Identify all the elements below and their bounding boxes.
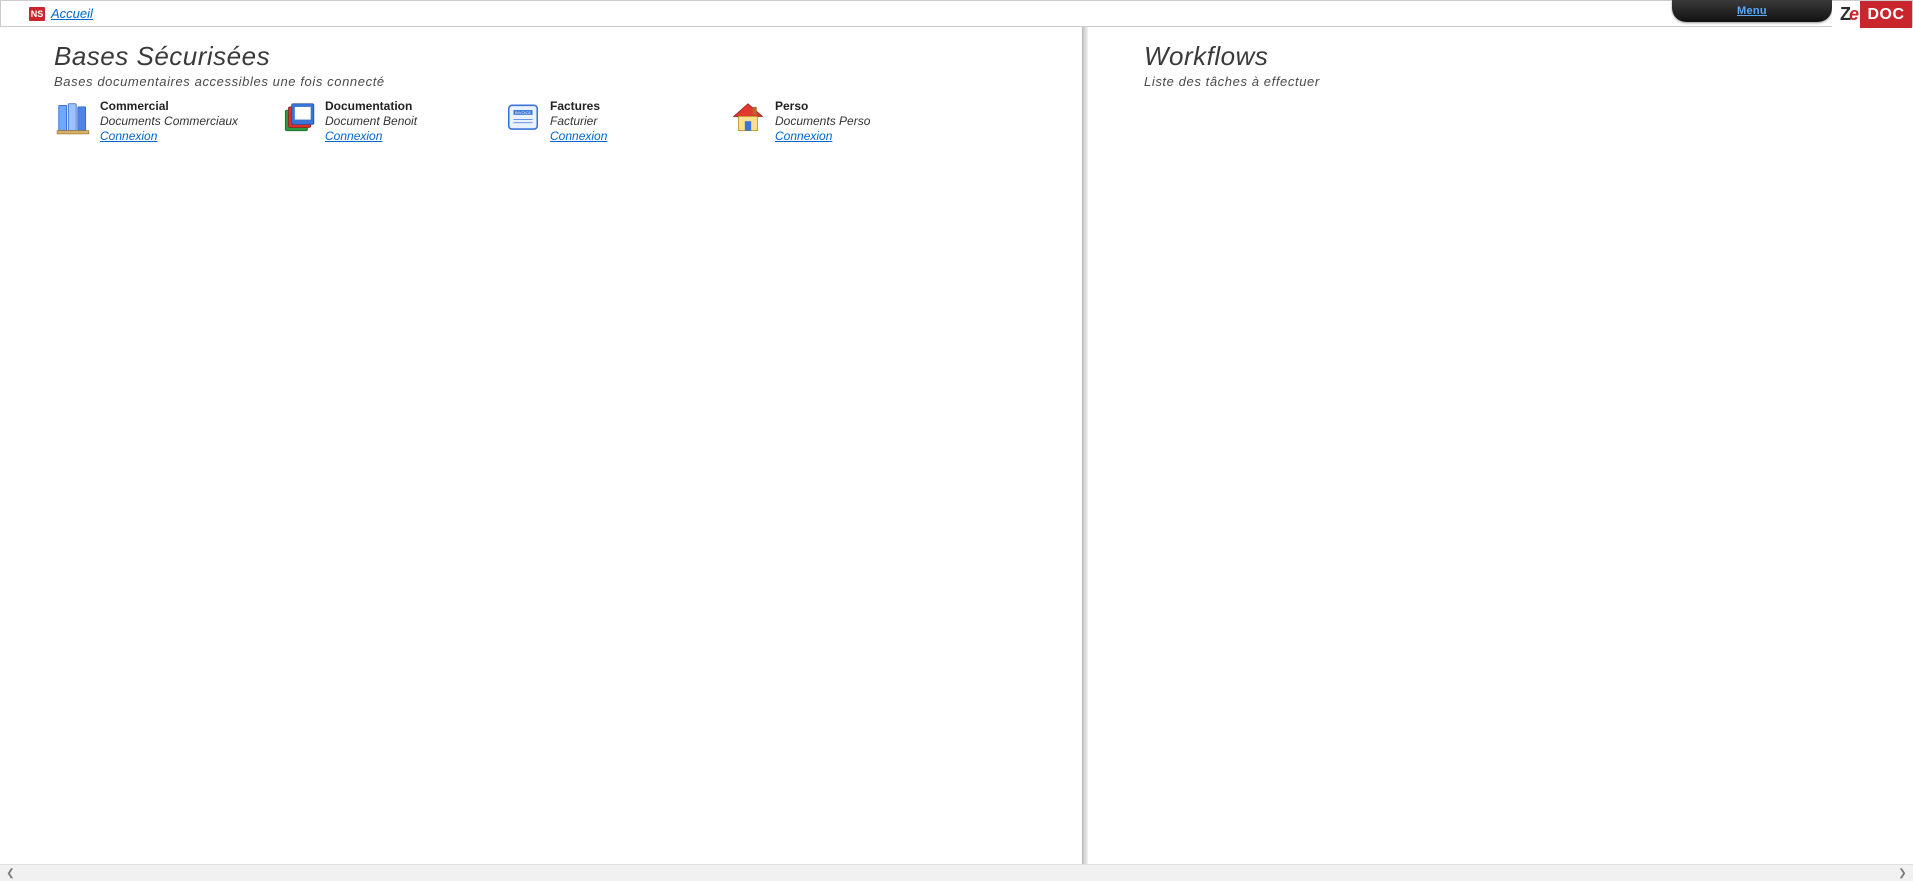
base-desc: Facturier [550, 114, 607, 129]
base-desc: Documents Commerciaux [100, 114, 238, 129]
base-item-perso[interactable]: Perso Documents Perso Connexion [729, 99, 934, 144]
menu-tab[interactable]: Menu [1672, 0, 1832, 22]
logo-e: e [1849, 4, 1859, 25]
invoice-icon: INVOICE [504, 99, 542, 137]
left-panel: Bases Sécurisées Bases documentaires acc… [0, 27, 1082, 864]
base-item-commercial[interactable]: Commercial Documents Commerciaux Connexi… [54, 99, 259, 144]
menu-link[interactable]: Menu [1737, 5, 1767, 17]
base-desc: Document Benoit [325, 114, 417, 129]
base-item-documentation[interactable]: Documentation Document Benoit Connexion [279, 99, 484, 144]
topbar: NS Accueil Menu Z e DOC [0, 0, 1913, 27]
base-connexion-link[interactable]: Connexion [100, 129, 238, 144]
horizontal-scrollbar[interactable]: ❮ ❯ [0, 864, 1913, 881]
logo-right: DOC [1860, 1, 1912, 28]
scroll-right-icon[interactable]: ❯ [1894, 866, 1911, 881]
bases-subtitle: Bases documentaires accessibles une fois… [54, 74, 1082, 89]
bases-row: Commercial Documents Commerciaux Connexi… [54, 99, 1082, 144]
base-title: Commercial [100, 99, 238, 114]
zedoc-logo: Z e DOC [1832, 1, 1912, 28]
logo-left: Z e [1832, 1, 1860, 28]
accueil-link[interactable]: Accueil [51, 6, 93, 21]
base-title: Factures [550, 99, 607, 114]
base-title: Documentation [325, 99, 417, 114]
base-connexion-link[interactable]: Connexion [775, 129, 870, 144]
base-connexion-link[interactable]: Connexion [325, 129, 417, 144]
right-panel: Workflows Liste des tâches à effectuer [1088, 27, 1913, 864]
scroll-track[interactable] [19, 866, 1894, 881]
base-title: Perso [775, 99, 870, 114]
workflows-subtitle: Liste des tâches à effectuer [1144, 74, 1913, 89]
bases-title: Bases Sécurisées [54, 41, 1082, 72]
base-desc: Documents Perso [775, 114, 870, 129]
base-item-factures[interactable]: INVOICE Factures Facturier Connexion [504, 99, 709, 144]
svg-text:INVOICE: INVOICE [515, 110, 532, 115]
books-blue-icon [54, 99, 92, 137]
workflows-title: Workflows [1144, 41, 1913, 72]
books-rgb-icon [279, 99, 317, 137]
main: Bases Sécurisées Bases documentaires acc… [0, 27, 1913, 864]
scroll-left-icon[interactable]: ❮ [2, 866, 19, 881]
ns-badge: NS [29, 7, 45, 21]
house-icon [729, 99, 767, 137]
base-connexion-link[interactable]: Connexion [550, 129, 607, 144]
